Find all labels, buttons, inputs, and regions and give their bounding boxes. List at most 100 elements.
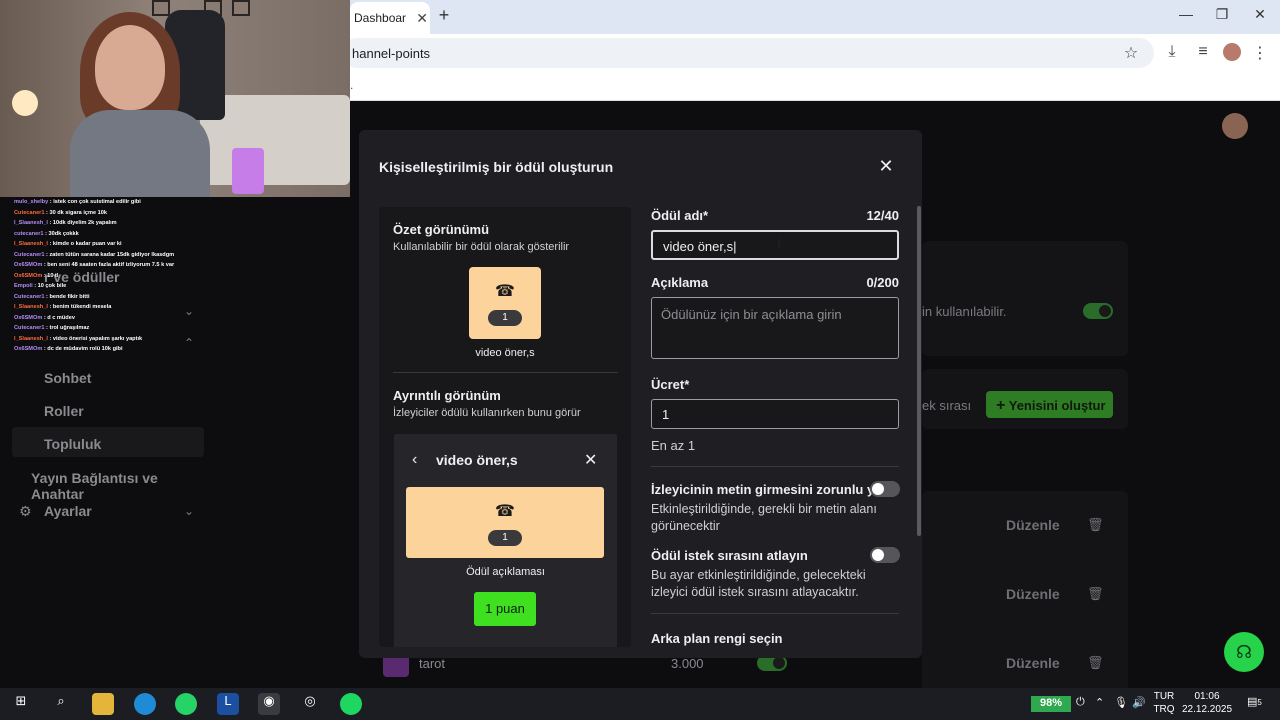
sidebar-item-stream-key[interactable]: Yayın Bağlantısı ve Anahtar [31,470,210,502]
points-button: 1 puan [474,592,536,626]
reward-name-input[interactable]: video öner,s| [651,230,899,260]
detail-preview: ‹ video öner,s ✕ ☎ 1 Ödül açıklaması 1 p… [394,434,617,647]
edit-button[interactable]: Düzenle [1006,655,1060,671]
require-text-toggle[interactable] [870,481,900,497]
lang-bottom: TRQ [1153,704,1175,715]
file-explorer-icon[interactable] [92,693,114,715]
chat-text: kimde o kadar puan var ki [52,241,122,247]
minimize-icon[interactable]: — [1172,6,1200,22]
divider [393,372,618,373]
maximize-icon[interactable]: ❐ [1208,6,1236,23]
spotify-icon[interactable] [340,693,362,715]
chat-message: cutecaner1 : 30dk çokkk [14,231,79,237]
sidebar-item-roles[interactable]: Roller [44,403,84,419]
reward-card: ☎ 1 [469,267,541,339]
battery-indicator[interactable]: 98% [1031,696,1071,712]
launcher-l-icon[interactable]: L [217,693,239,715]
telephone-icon: ☎ [495,503,515,520]
url-field[interactable]: hannel-points [342,38,1154,68]
chevron-down-icon[interactable]: ⌄ [184,504,194,518]
detail-title: video öner,s [436,452,518,468]
text-cursor-icon: I [777,235,781,251]
edge-icon[interactable] [134,693,156,715]
chat-username: l_Slaanesh_l [14,335,48,342]
chat-username: cutecaner1 [14,230,44,237]
description-textarea[interactable]: Ödülünüz için bir açıklama girin [651,297,899,359]
chat-message: l_Slaanesh_l : video önerisi yapalım şar… [14,336,142,342]
browser-tab[interactable]: Dashboar ✕ [350,2,430,34]
chat-username: l_Slaanesh_l [14,220,48,226]
clock[interactable]: 01:06 22.12.2025 [1182,690,1232,716]
whatsapp-icon[interactable] [175,693,197,715]
chat-text: ben seni 48 saaten fazla aktif izliyorum… [47,262,175,268]
windows-start-icon[interactable]: ⊞ [10,693,32,715]
edit-button[interactable]: Düzenle [1006,586,1060,602]
cost-input[interactable]: 1 [651,399,899,429]
webcam-body [70,110,210,197]
create-new-label: Yenisini oluştur [1008,398,1106,413]
trash-icon[interactable]: 🗑 [1087,517,1104,533]
enable-toggle[interactable] [1083,303,1113,319]
detail-card: ☎ 1 [406,487,604,558]
modal-scrollbar[interactable] [917,206,921,536]
chat-text: 30dk çokkk [48,230,79,237]
chrome-icon[interactable]: ◉ [258,693,280,715]
queue-text: ek sırası [922,398,972,413]
close-window-icon[interactable]: ✕ [1246,6,1274,23]
detail-heading: Ayrıntılı görünüm [393,388,501,403]
chevron-up-icon[interactable]: ⌃ [1095,696,1104,709]
chat-username: Ox6SMOm [14,314,43,321]
description-counter: 0/200 [866,275,899,290]
notification-icon[interactable]: ▤5 [1247,695,1262,708]
chat-text: istek con çok suistimal edilir gibi [53,199,141,205]
chat-message: mulo_shelby : istek con çok suistimal ed… [14,199,141,205]
language-indicator[interactable]: TUR TRQ [1152,690,1176,716]
chat-message: l_Slaanesh_l : 10dk diyelim 2k yapalım [14,220,117,226]
sidebar-item-community[interactable]: Topluluk [44,436,101,452]
user-avatar[interactable] [1222,113,1248,139]
modal-title: Kişiselleştirilmiş bir ödül oluşturun [379,159,614,175]
skip-queue-toggle[interactable] [870,547,900,563]
profile-avatar[interactable] [1223,43,1241,61]
sidebar-item-community-bg [12,427,204,457]
chat-message: Cutecaner1 : trol uğraşılmaz [14,325,89,331]
notification-count: 5 [1257,698,1262,707]
reward-row-cost: 3.000 [671,656,704,671]
chat-message: Cutecaner1 : zaten tütün sarana kadar 15… [14,252,174,258]
detail-description: Ödül açıklaması [466,566,545,578]
name-counter: 12/40 [866,208,899,223]
create-new-button[interactable]: + Yenisini oluştur [986,391,1113,418]
wall-frame [152,0,170,16]
tab-close-icon[interactable]: ✕ [416,10,428,27]
edit-button[interactable]: Düzenle [1006,517,1060,533]
chat-username: Ox6SMOm [14,262,43,268]
webcam-person [95,25,165,110]
clock-date: 22.12.2025 [1182,704,1233,715]
download-icon[interactable]: ⤓ [1162,43,1182,61]
trash-icon[interactable]: 🗑 [1087,655,1104,671]
obs-icon[interactable]: ◎ [299,693,321,715]
trash-icon[interactable]: 🗑 [1087,586,1104,602]
chat-message: l_Slaanesh_l : benim tükendi mesela [14,304,111,310]
sidebar-item-chat[interactable]: Sohbet [44,370,91,386]
search-icon[interactable]: ⌕ [50,693,72,715]
sidebar-item-settings[interactable]: Ayarlar [44,503,92,519]
webcam-lamp [12,90,38,116]
help-headset-icon[interactable]: ☊ [1224,632,1264,672]
tab-title: Dashboar [354,11,407,25]
bookmark-star-icon[interactable]: ☆ [1121,43,1141,63]
create-reward-modal: Kişiselleştirilmiş bir ödül oluşturun ✕ … [359,130,922,658]
plus-icon: + [996,397,1006,414]
summary-heading: Özet görünümü [393,222,490,237]
new-tab-button[interactable]: + [434,5,454,27]
menu-dots-icon[interactable]: ⋮ [1250,43,1270,63]
close-icon[interactable]: ✕ [875,156,897,178]
microphone-icon[interactable]: 🎙 [1114,696,1128,709]
settings-panel [922,241,1128,356]
skip-queue-label: Ödül istek sırasını atlayın [651,548,808,563]
power-plug-icon[interactable]: ⏻ [1076,696,1085,709]
chat-text: dc de müdavim rolü 10k gibi [47,346,123,352]
media-control-icon[interactable]: ≡ [1193,43,1213,61]
speaker-icon[interactable]: 🔊 [1132,696,1146,709]
divider [651,466,899,467]
